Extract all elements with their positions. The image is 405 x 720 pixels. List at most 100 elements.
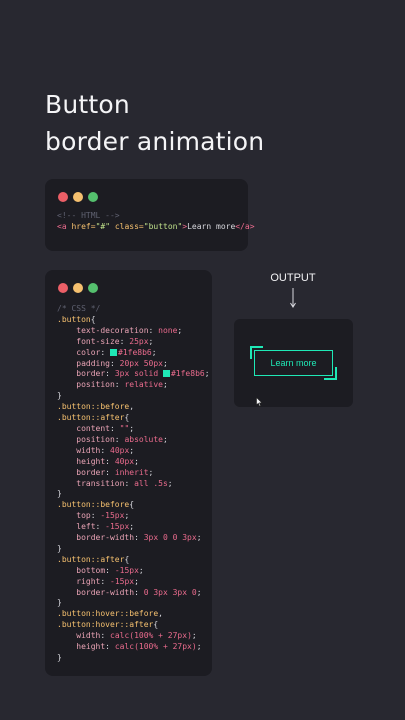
code-class-attr: class= [114,221,144,231]
code-token-val: -15px [100,511,125,521]
title-line-1: Button [45,90,130,119]
code-token-prop: content [57,423,110,433]
code-token-sel: .button::before [57,500,130,510]
title-line-2: border animation [45,127,265,156]
css-code-line: .button::before, [57,402,210,413]
css-code-line: } [57,391,210,402]
code-open-tag: <a [57,221,67,231]
code-token-sel: .button:hover::after [57,620,154,630]
css-code-line: } [57,489,210,500]
code-token-comment: /* CSS */ [57,304,101,313]
border-corner-bottom-right [324,367,337,380]
code-token-val: inherit [114,467,149,477]
code-token-val: #1fe8b6 [118,347,152,357]
code-token-punc: { [129,500,135,510]
css-code-line: bottom: -15px; [57,566,210,577]
code-token-punc: : [100,347,110,357]
close-dot-icon [58,283,68,293]
code-token-punc: : [105,642,115,652]
code-token-prop: height [57,456,106,466]
code-token-punc: : [105,369,115,379]
code-token-punc: : [105,467,115,477]
css-code-line: font-size: 25px; [57,337,210,348]
css-code-line: /* CSS */ [57,304,210,315]
code-token-val: absolute [124,434,163,444]
css-code-line: } [57,653,210,664]
css-code-line: content: ""; [57,424,210,435]
down-arrow-icon [290,288,296,308]
learn-more-button[interactable]: Learn more [250,346,337,380]
code-token-punc: ; [162,358,168,368]
close-dot-icon [58,192,68,202]
code-token-punc: ; [196,642,202,652]
css-code-line: .button::after{ [57,413,210,424]
code-token-prop: font-size [57,336,120,346]
code-class-value: "button" [143,221,183,231]
code-token-sel: .button::after [57,554,125,564]
code-token-val: 40px [114,456,135,466]
code-token-val: 0 3px 3px 0 [143,587,197,597]
maximize-dot-icon [88,283,98,293]
code-token-punc: , [129,402,135,412]
window-controls [58,192,98,202]
code-link-text: Learn more [187,221,236,231]
code-token-punc: ; [177,325,183,335]
code-token-prop: top [57,511,91,521]
minimize-dot-icon [73,283,83,293]
css-code-line: .button::before{ [57,500,210,511]
code-token-punc: ; [151,347,157,357]
code-token-punc: ; [129,445,135,455]
page-title: Button border animation [45,86,264,160]
code-token-punc: : [90,511,101,521]
css-code-block: /* CSS */.button{ text-decoration: none;… [57,304,210,664]
code-token-punc: } [57,598,62,608]
code-token-sel: .button::after [57,413,125,423]
code-token-punc: : [109,423,120,433]
code-token-val: 3px 0 0 3px [143,533,197,543]
css-code-line: transition: all .5s; [57,479,210,490]
css-code-card: /* CSS */.button{ text-decoration: none;… [45,270,212,676]
css-code-line: .button:hover::before, [57,609,210,620]
code-token-punc: ; [162,380,168,390]
code-token-punc: ; [134,456,139,466]
code-token-punc: ; [196,587,202,597]
css-code-line: right: -15px; [57,577,210,588]
css-code-line: top: -15px; [57,511,210,522]
maximize-dot-icon [88,192,98,202]
css-code-line: border-width: 3px 0 0 3px; [57,533,210,544]
html-comment: <!-- HTML --> [57,211,120,220]
code-href-value: "#" [95,221,111,231]
code-token-val: relative [124,380,163,390]
css-code-line: width: calc(100% + 27px); [57,631,210,642]
css-code-line: padding: 20px 50px; [57,359,210,370]
learn-more-label: Learn more [270,358,317,368]
code-token-sel: .button [57,314,91,324]
css-code-line: .button{ [57,315,210,326]
code-token-punc: ; [124,511,130,521]
html-code-card: <!-- HTML --> <a href="#" class="button"… [45,179,255,251]
code-token-punc: ; [162,434,168,444]
css-code-line: height: calc(100% + 27px); [57,642,210,653]
code-token-punc: : [105,456,115,466]
css-code-line: .button::after{ [57,555,210,566]
code-token-punc: } [57,543,62,553]
code-token-prop: height [57,642,106,652]
code-token-val: 25px [129,336,149,346]
code-token-punc: ; [134,576,139,586]
code-token-prop: border-width [57,587,135,597]
code-token-punc: ; [191,631,197,641]
code-token-prop: position [57,380,115,390]
css-code-line: .button:hover::after{ [57,620,210,631]
html-code-block: <!-- HTML --> <a href="#" class="button"… [57,211,255,233]
code-token-punc: : [100,576,110,586]
css-code-line: color: #1fe8b6; [57,348,210,359]
css-code-line: border: 3px solid #1fe8b6; [57,369,209,380]
code-token-punc: { [124,413,130,423]
code-token-val: -15px [114,565,139,575]
code-token-prop: right [57,576,101,586]
code-token-punc: : [105,565,115,575]
window-controls [58,283,98,293]
code-href-attr: href= [71,221,96,231]
code-token-prop: padding [57,358,110,368]
code-token-punc: : [119,336,130,346]
